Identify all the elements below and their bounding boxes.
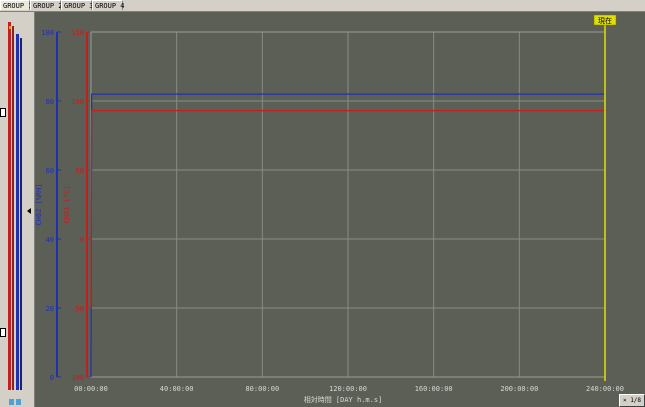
ch01-tick-label: 50 <box>76 167 84 175</box>
x-tick-label: 120:00:00 <box>329 385 367 393</box>
ch01-tick-label: -50 <box>71 305 84 313</box>
upper-limit-marker[interactable] <box>0 108 6 117</box>
ch02-axis-title: CH02 [%RH] <box>35 183 43 225</box>
tab-group-1[interactable]: GROUP 1 <box>0 0 33 10</box>
pointer-left-icon <box>27 208 31 214</box>
ch01-level-bar <box>8 22 11 390</box>
ch02-tick-label: 60 <box>46 167 54 175</box>
ch01-axis-title: CH01 [°C] <box>63 186 71 224</box>
x-tick-label: 00:00:00 <box>74 385 108 393</box>
trend-chart[interactable]: 00:00:00 40:00:00 80:00:00 120:00:00 160:00:… <box>35 12 645 407</box>
ch02-tick-label: 20 <box>46 305 54 313</box>
ch01-tick-label: -100 <box>67 374 84 382</box>
lower-limit-marker[interactable] <box>0 328 6 337</box>
x-tick-label: 200:00:00 <box>500 385 538 393</box>
ch01-tick-label: 0 <box>80 236 84 244</box>
ch01-tick-label: 100 <box>71 98 84 106</box>
ch02-tick-label: 0 <box>50 374 54 382</box>
channel-level-panel <box>0 12 35 407</box>
cursor-label: 現在 <box>598 16 612 25</box>
tab-group-2[interactable]: GROUP 2 <box>30 0 63 10</box>
ch01-level-bar-shadow <box>12 26 14 390</box>
ch02-color-swatch <box>16 399 21 405</box>
ch02-tick-label: 100 <box>41 29 54 37</box>
ch01-indicator-mark <box>9 26 11 29</box>
group-tab-bar: GROUP 1 GROUP 2 GROUP 3 GROUP 4 <box>0 0 645 12</box>
ch02-level-bar-shadow <box>20 38 22 390</box>
ch02-tick-label: 80 <box>46 98 54 106</box>
x-tick-label: 40:00:00 <box>160 385 194 393</box>
tab-group-4[interactable]: GROUP 4 <box>92 0 125 10</box>
tab-group-3[interactable]: GROUP 3 <box>61 0 94 10</box>
ch01-tick-label: 150 <box>71 29 84 37</box>
page-indicator-button[interactable]: × 1/8 <box>619 394 645 407</box>
x-axis-title: 相対時間 [DAY h.m.s] <box>304 395 383 404</box>
ch02-level-bar <box>16 34 19 390</box>
x-tick-label: 160:00:00 <box>415 385 453 393</box>
ch02-tick-label: 40 <box>46 236 54 244</box>
x-tick-label: 80:00:00 <box>245 385 279 393</box>
ch01-color-swatch <box>9 399 14 405</box>
plot-area-background <box>35 12 645 407</box>
x-tick-label: 240:00:00 <box>586 385 624 393</box>
